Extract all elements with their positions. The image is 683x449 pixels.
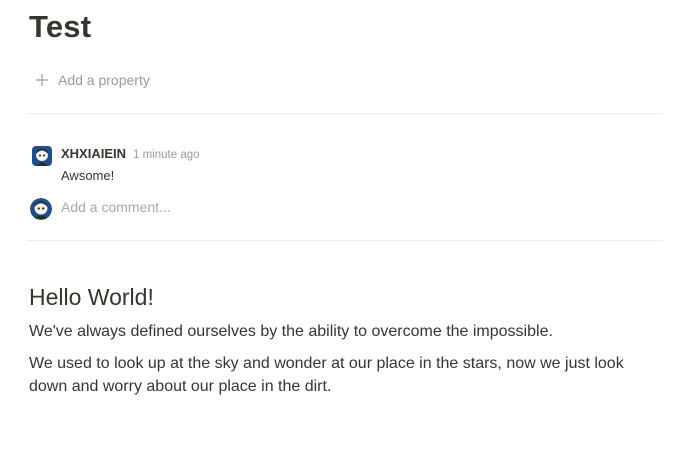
page-title[interactable]: Test [29,8,91,46]
comment-input[interactable] [61,199,621,215]
add-property-button[interactable]: Add a property [29,68,150,92]
plus-icon [32,70,52,90]
add-comment-row [29,198,663,220]
comment-meta: XHXIAIEIN 1 minute ago [61,146,200,161]
comments-divider [27,240,663,241]
comment-author-avatar[interactable] [32,146,52,166]
content-paragraph[interactable]: We've always defined ourselves by the ab… [29,320,649,343]
add-property-label: Add a property [58,72,150,88]
content-paragraph[interactable]: We used to look up at the sky and wonder… [29,352,649,398]
properties-divider [27,113,663,114]
comment-timestamp[interactable]: 1 minute ago [133,149,200,161]
comment-author[interactable]: XHXIAIEIN [61,146,126,161]
comment-text: Awsome! [61,168,115,183]
current-user-avatar [30,198,52,220]
content-heading[interactable]: Hello World! [29,282,154,312]
